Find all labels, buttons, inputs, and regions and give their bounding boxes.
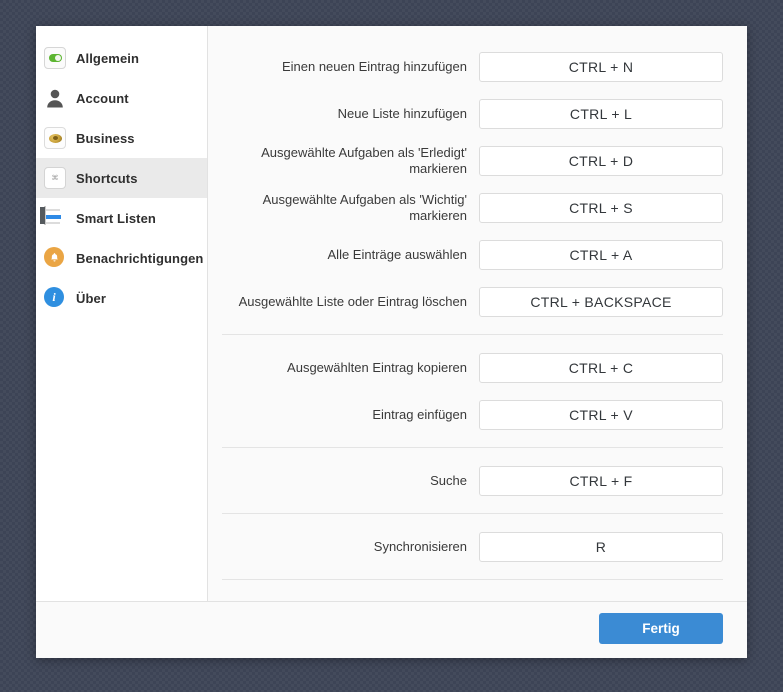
sidebar-item-label: Benachrichtigungen [76,251,203,266]
shortcut-label: Einen neuen Eintrag hinzufügen [222,59,479,75]
sidebar-item-label: Account [76,91,129,106]
keyboard-key-icon: ⌘ [44,167,66,189]
section-divider [222,579,723,580]
shortcut-row: Einen neuen Eintrag hinzufügen CTRL + N [208,43,747,90]
sidebar-item-smart-listen[interactable]: Smart Listen [36,198,207,238]
shortcut-input[interactable]: R [479,532,723,562]
shortcut-label: Neue Liste hinzufügen [222,106,479,122]
bell-icon [44,247,66,269]
shortcuts-panel: Einen neuen Eintrag hinzufügen CTRL + N … [208,26,747,601]
sidebar-item-allgemein[interactable]: Allgemein [36,38,207,78]
person-icon [44,87,66,109]
shortcut-row: Alle Einträge auswählen CTRL + A [208,231,747,278]
shortcut-row: Ausgewählte Aufgaben als 'Erledigt' mark… [208,137,747,184]
shortcut-input[interactable]: CTRL + A [479,240,723,270]
shortcut-row: Neue Liste hinzufügen CTRL + L [208,90,747,137]
shortcut-row: Ausgewählten Eintrag kopieren CTRL + C [208,344,747,391]
done-button[interactable]: Fertig [599,613,723,644]
sidebar-item-label: Über [76,291,106,306]
shortcut-row: Ausgewählte Liste oder Eintrag löschen C… [208,278,747,325]
shortcut-input[interactable]: CTRL + BACKSPACE [479,287,723,317]
sidebar-item-shortcuts[interactable]: ⌘ Shortcuts [36,158,207,198]
shortcut-row: Ausgewählte Aufgaben als 'Wichtig' marki… [208,184,747,231]
shortcut-input[interactable]: CTRL + F [479,466,723,496]
settings-dialog: Allgemein Account Business [36,26,747,658]
shortcut-label: Suche [222,473,479,489]
sidebar-item-label: Business [76,131,135,146]
shortcut-input[interactable]: CTRL + V [479,400,723,430]
sidebar-item-benachrichtigungen[interactable]: Benachrichtigungen [36,238,207,278]
section-divider [222,334,723,335]
shortcut-label: Ausgewählte Aufgaben als 'Erledigt' mark… [222,145,479,177]
dialog-footer: Fertig [36,601,747,658]
shortcut-row: Suche CTRL + F [208,457,747,504]
shortcut-input[interactable]: CTRL + L [479,99,723,129]
sidebar-item-label: Shortcuts [76,171,138,186]
sidebar-item-label: Smart Listen [76,211,156,226]
section-divider [222,513,723,514]
shortcut-input[interactable]: CTRL + C [479,353,723,383]
dialog-body: Allgemein Account Business [36,26,747,601]
info-icon: i [44,287,66,309]
shortcut-label: Synchronisieren [222,539,479,555]
shortcut-row: Eintrag einfügen CTRL + V [208,391,747,438]
shortcut-input[interactable]: CTRL + D [479,146,723,176]
shortcut-input[interactable]: CTRL + S [479,193,723,223]
business-badge-icon [44,127,66,149]
sidebar-item-business[interactable]: Business [36,118,207,158]
sidebar-item-ueber[interactable]: i Über [36,278,207,318]
shortcut-label: Ausgewählte Aufgaben als 'Wichtig' marki… [222,192,479,224]
shortcut-input[interactable]: CTRL + N [479,52,723,82]
sidebar-item-label: Allgemein [76,51,139,66]
settings-sidebar: Allgemein Account Business [36,26,208,601]
shortcut-label: Alle Einträge auswählen [222,247,479,263]
toggle-switch-icon [44,47,66,69]
shortcut-row: Synchronisieren R [208,523,747,570]
shortcut-label: Eintrag einfügen [222,407,479,423]
shortcut-label: Ausgewählten Eintrag kopieren [222,360,479,376]
smart-list-icon [44,207,66,229]
section-divider [222,447,723,448]
shortcut-label: Ausgewählte Liste oder Eintrag löschen [222,294,479,310]
sidebar-item-account[interactable]: Account [36,78,207,118]
